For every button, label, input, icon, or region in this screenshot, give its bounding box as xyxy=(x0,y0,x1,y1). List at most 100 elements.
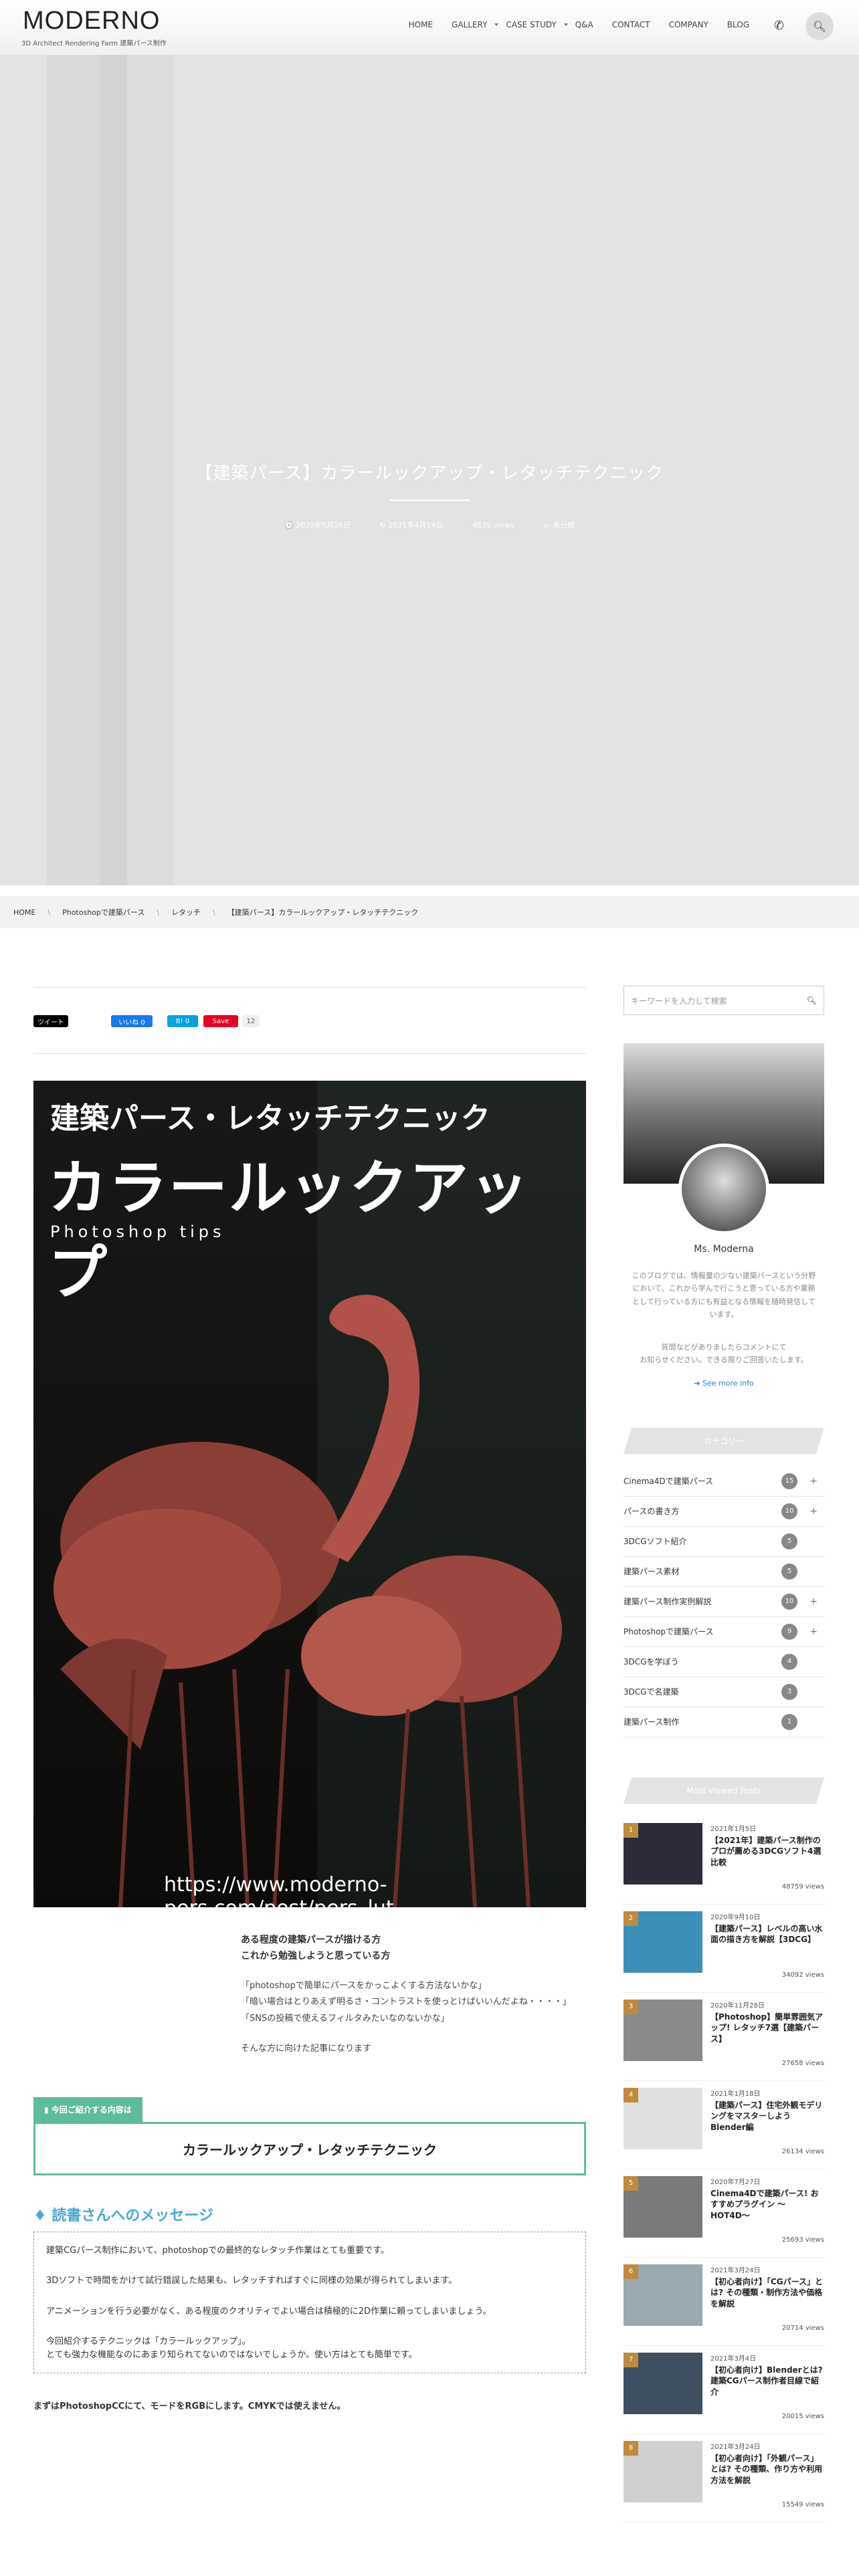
search-icon[interactable]: 🔍︎ xyxy=(807,996,817,1005)
post-date: 2021年3月24日 xyxy=(710,2443,761,2451)
reader-questions: 「photoshopで簡単にパースをかっこよくする方法ないかな」 「暗い場合はとり… xyxy=(241,1980,571,2054)
post-title-link[interactable]: Cinema4Dで建築パース! おすすめプラグイン 〜HOT4D〜 xyxy=(710,2188,824,2222)
post-views: 20714 views xyxy=(781,2324,824,2332)
rank-badge: 3 xyxy=(624,1999,638,2014)
body-text: まずはPhotoshopCCにて、モードをRGBにします。CMYKでは使えません… xyxy=(33,2401,346,2412)
rank-badge: 8 xyxy=(624,2440,638,2456)
breadcrumb-subcategory[interactable]: レタッチ xyxy=(171,907,201,918)
popular-post[interactable]: 7 2021年3月4日 【初心者向け】Blenderとは? 建築CGパース制作者… xyxy=(624,2346,824,2434)
post-title-link[interactable]: 【初心者向け】「CGパース」とは? その種類・制作方法や価格を解説 xyxy=(710,2276,824,2310)
post-views: 20015 views xyxy=(781,2412,824,2420)
post-category[interactable]: ▭ 未分類 xyxy=(543,521,575,530)
message-heading: ♦ 読書さんへのメッセージ xyxy=(33,2208,213,2225)
post-views: 34092 views xyxy=(781,1971,824,1979)
post-date: 2020年11月28日 xyxy=(710,2002,765,2010)
post-title-link[interactable]: 【初心者向け】Blenderとは? 建築CGパース制作者目線で紹介 xyxy=(710,2365,824,2398)
popular-post[interactable]: 1 2021年1月5日 【2021年】建築パース制作のプロが薦める3DCGソフト… xyxy=(624,1816,824,1905)
nav-home[interactable]: HOME xyxy=(399,20,442,29)
site-header: MODERNO 3D Architect Rendering Farm 建築パー… xyxy=(0,0,859,55)
image-title-top: 建築パース・レタッチテクニック xyxy=(50,1101,490,1136)
profile-description: このブログでは、情報量の少ない建築パースという分野において、これから学んで行こう… xyxy=(632,1271,816,1319)
popular-post[interactable]: 5 2020年7月27日 Cinema4Dで建築パース! おすすめプラグイン 〜… xyxy=(624,2169,824,2258)
rank-badge: 7 xyxy=(624,2352,638,2367)
popular-list: 1 2021年1月5日 【2021年】建築パース制作のプロが薦める3DCGソフト… xyxy=(624,1816,824,2523)
breadcrumb: HOME \ Photoshopで建築パース \ レタッチ \ 【建築パース】カラール… xyxy=(0,896,859,928)
post-title-link[interactable]: 【初心者向け】「外観パース」とは? その種類、作り方や利用方法を解説 xyxy=(710,2453,824,2486)
post-date: 2021年3月4日 xyxy=(710,2355,757,2363)
plus-icon: + xyxy=(809,1596,818,1607)
phone-icon[interactable]: ✆ xyxy=(774,19,784,33)
main-nav: HOME GALLERY CASE STUDY Q&A CONTACT COMP… xyxy=(399,20,759,29)
post-date: 2021年1月18日 xyxy=(710,2090,761,2098)
sidebar: キーワードを入力して検索 🔍︎ Ms. Moderna このブログでは、情報量の… xyxy=(624,986,824,2523)
popular-post[interactable]: 3 2020年11月28日 【Photoshop】簡単雰囲気アップ! レタッチ7… xyxy=(624,1993,824,2081)
pin-count: 12 xyxy=(242,1015,260,1027)
popular-post[interactable]: 2 2020年9月10日 【建築パース】レベルの高い水面の描き方を解説【3DCG… xyxy=(624,1905,824,1993)
nav-qa[interactable]: Q&A xyxy=(566,20,603,29)
popular-heading: Most Viewed Posts xyxy=(624,1777,824,1804)
category-item[interactable]: 建築パース素材 5 xyxy=(624,1557,824,1587)
hatena-button[interactable]: B! 0 xyxy=(167,1015,198,1027)
category-item[interactable]: 建築パース制作実例解説 10 + xyxy=(624,1587,824,1617)
header-search-button[interactable]: 🔍︎ xyxy=(805,12,834,40)
rank-badge: 2 xyxy=(624,1911,638,1926)
hero-banner: 【建築パース】カラールックアップ・レタッチテクニック 🕓 2020年5月26日 … xyxy=(0,55,859,885)
nav-company[interactable]: COMPANY xyxy=(660,20,718,29)
category-item[interactable]: パースの書き方 10 + xyxy=(624,1497,824,1527)
pinterest-save-button[interactable]: Save xyxy=(203,1015,238,1027)
breadcrumb-home[interactable]: HOME xyxy=(13,908,35,917)
article: ツイート いいね 0 B! 0 Save 12 建築パース・レタッチテクニック … xyxy=(33,987,586,2411)
popular-post[interactable]: 6 2021年3月24日 【初心者向け】「CGパース」とは? その種類・制作方法… xyxy=(624,2258,824,2346)
post-title: 【建築パース】カラールックアップ・レタッチテクニック xyxy=(195,463,664,484)
popular-post[interactable]: 8 2021年3月24日 【初心者向け】「外観パース」とは? その種類、作り方や… xyxy=(624,2434,824,2523)
target-readers: ある程度の建築パースが描ける方 これから勉強しようと思っている方 xyxy=(241,1935,391,1961)
rank-badge: 4 xyxy=(624,2087,638,2103)
post-views: 15549 views xyxy=(781,2500,824,2508)
published-date: 🕓 2020年5月26日 xyxy=(284,521,351,530)
nav-gallery[interactable]: GALLERY xyxy=(442,20,499,29)
post-views: 26134 views xyxy=(781,2147,824,2155)
post-date: 2021年3月24日 xyxy=(710,2266,761,2274)
post-title-link[interactable]: 【Photoshop】簡単雰囲気アップ! レタッチ7選【建築パース】 xyxy=(710,2012,824,2045)
plus-icon: + xyxy=(809,1475,818,1487)
profile-cover-image xyxy=(624,1043,824,1235)
breadcrumb-category[interactable]: Photoshopで建築パース xyxy=(62,907,145,918)
category-item[interactable]: 3DCGを学ぼう 4 xyxy=(624,1647,824,1677)
category-item[interactable]: 3DCGソフト紹介 5 xyxy=(624,1527,824,1557)
category-list: Cinema4Dで建築パース 15 + パースの書き方 10 + 3DCGソフト紹介 5 … xyxy=(624,1467,824,1737)
popular-post[interactable]: 4 2021年1月18日 【建築パース】住宅外観モデリングをマスターしよう Bl… xyxy=(624,2081,824,2169)
post-title-link[interactable]: 【建築パース】住宅外観モデリングをマスターしよう Blender編 xyxy=(710,2100,824,2133)
tweet-button[interactable]: ツイート xyxy=(33,1015,68,1027)
post-views: 27658 views xyxy=(781,2059,824,2067)
breadcrumb-current: 【建築パース】カラールックアップ・レタッチテクニック xyxy=(227,908,419,917)
like-button[interactable]: いいね 0 xyxy=(111,1015,153,1027)
nav-case-study[interactable]: CASE STUDY xyxy=(496,20,568,29)
image-url: https://www.moderno-pers.com/post/pers_l… xyxy=(164,1873,394,1907)
search-icon: 🔍︎ xyxy=(812,19,827,33)
plus-icon: + xyxy=(809,1626,818,1637)
rank-badge: 1 xyxy=(624,1822,638,1838)
post-title-link[interactable]: 【2021年】建築パース制作のプロが薦める3DCGソフト4選比較 xyxy=(710,1835,824,1868)
rank-badge: 6 xyxy=(624,2264,638,2279)
nav-contact[interactable]: CONTACT xyxy=(603,20,660,29)
avatar xyxy=(678,1144,769,1235)
diamond-icon: ♦ xyxy=(33,2208,47,2225)
title-divider xyxy=(389,500,470,501)
profile-note: 質問などがありましたらコメントにて お知らせください。できる限りご回答いたします。 xyxy=(640,1343,808,1365)
site-logo[interactable]: MODERNO xyxy=(23,7,160,35)
post-title-link[interactable]: 【建築パース】レベルの高い水面の描き方を解説【3DCG】 xyxy=(710,1923,824,1946)
category-item[interactable]: Photoshopで建築パース 9 + xyxy=(624,1617,824,1647)
category-item[interactable]: Cinema4Dで建築パース 15 + xyxy=(624,1467,824,1497)
see-more-link[interactable]: ➔ See more info xyxy=(624,1379,824,1388)
category-item[interactable]: 建築パース制作 1 xyxy=(624,1707,824,1737)
topic-label: ▮ 今回ご紹介する内容は xyxy=(33,2097,142,2123)
view-count: 4635 views xyxy=(472,521,514,530)
category-item[interactable]: 3DCGで名建築 3 xyxy=(624,1677,824,1707)
sidebar-search-input[interactable]: キーワードを入力して検索 🔍︎ xyxy=(624,986,824,1015)
message-box: 建築CGパース制作において、photoshopでの最終的なレタッチ作業はとても重… xyxy=(33,2232,586,2374)
post-date: 2020年7月27日 xyxy=(710,2178,761,2186)
featured-image: 建築パース・レタッチテクニック カラールックアップ Photoshop tips… xyxy=(33,1081,586,1907)
nav-blog[interactable]: BLOG xyxy=(718,20,759,29)
topic-title: カラールックアップ・レタッチテクニック xyxy=(33,2122,586,2176)
topic-box: ▮ 今回ご紹介する内容は カラールックアップ・レタッチテクニック xyxy=(33,2097,586,2176)
